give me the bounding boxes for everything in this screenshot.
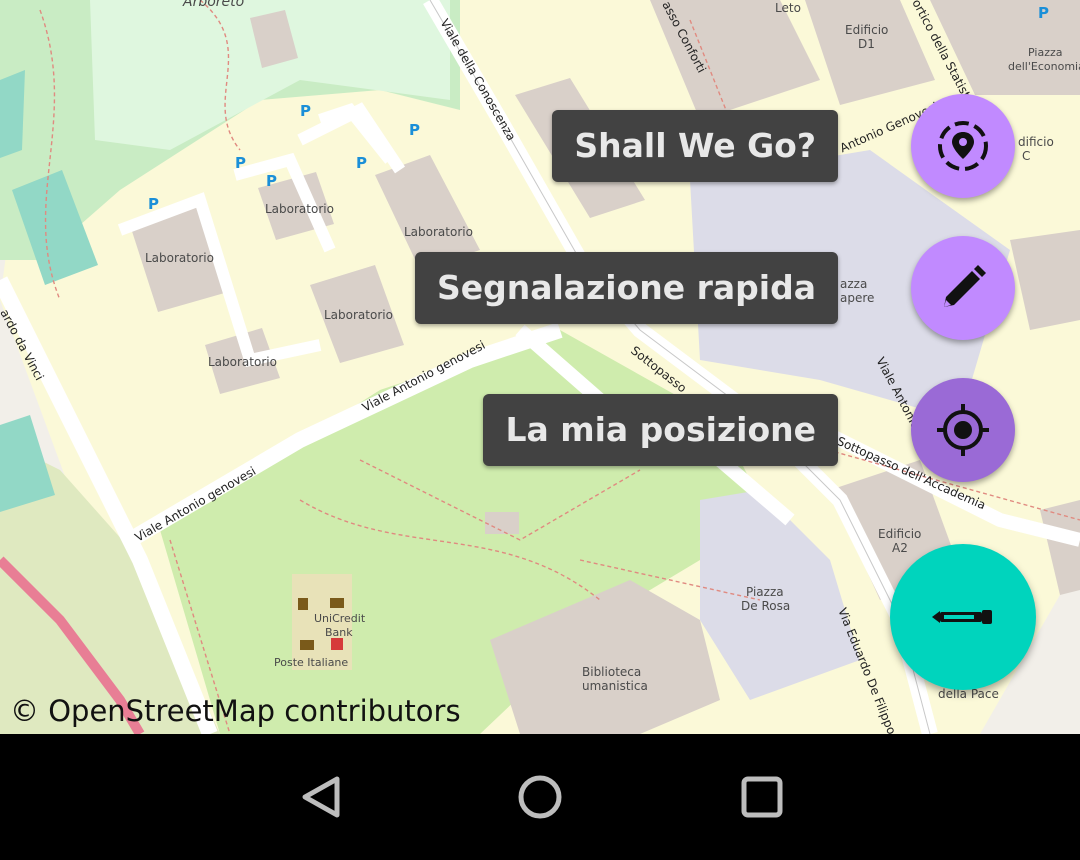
back-triangle-icon xyxy=(302,776,340,818)
mia-posizione-button[interactable] xyxy=(911,378,1015,482)
map-label-edificio-d1-code: D1 xyxy=(858,37,875,51)
map-label-unicredit-2: Bank xyxy=(325,626,353,639)
map-label-edificio-d1: Edificio xyxy=(845,23,888,37)
parking-label: P xyxy=(300,102,311,120)
map-label-piazza-sapere-2: apere xyxy=(840,291,874,305)
parking-label: P xyxy=(409,121,420,139)
system-navigation-bar xyxy=(0,734,1080,860)
home-button[interactable] xyxy=(507,764,573,830)
shall-we-go-button[interactable] xyxy=(911,94,1015,198)
parking-label: P xyxy=(235,154,246,172)
fab-label-mia-posizione[interactable]: La mia posizione xyxy=(483,394,838,466)
bank-icon xyxy=(298,598,308,610)
main-fab-button[interactable] xyxy=(890,544,1036,690)
atm-icon xyxy=(330,598,344,608)
map-label-edificio-a2-code: A2 xyxy=(892,541,908,555)
back-button[interactable] xyxy=(288,764,354,830)
map-label-edificio-c: dificio xyxy=(1018,135,1054,149)
map-label-edificio-a2: Edificio xyxy=(878,527,921,541)
map-label-biblioteca: Biblioteca xyxy=(582,665,641,679)
fab-label-shall-we-go[interactable]: Shall We Go? xyxy=(552,110,838,182)
map-label-piazza-derosa-2: De Rosa xyxy=(741,599,790,613)
recents-button[interactable] xyxy=(729,764,795,830)
parking-label: P xyxy=(148,195,159,213)
parking-label: P xyxy=(266,172,277,190)
map-label-piazza-economia: Piazza xyxy=(1028,46,1062,59)
map-label-piazza-economia-2: dell'Economia xyxy=(1008,60,1080,73)
map-label-arboreto: Arboreto xyxy=(182,0,244,10)
map-label-laboratorio: Laboratorio xyxy=(145,251,214,265)
location-target-icon xyxy=(938,121,988,171)
gps-crosshair-icon xyxy=(937,404,989,456)
post-office-icon xyxy=(300,640,314,650)
map-attribution: © OpenStreetMap contributors xyxy=(10,694,461,728)
map-label-laboratorio: Laboratorio xyxy=(265,202,334,216)
map-label-laboratorio: Laboratorio xyxy=(404,225,473,239)
map-label-piazza-sapere: azza xyxy=(840,277,867,291)
map-label-unicredit: UniCredit xyxy=(314,612,366,625)
segnalazione-rapida-button[interactable] xyxy=(911,236,1015,340)
map-label-biblioteca-2: umanistica xyxy=(582,679,648,693)
parking-label: P xyxy=(356,154,367,172)
recents-square-icon xyxy=(741,776,783,818)
map-label-piazza-derosa: Piazza xyxy=(746,585,784,599)
map-label-leto: Leto xyxy=(775,1,801,15)
map-label-laboratorio: Laboratorio xyxy=(324,308,393,322)
pharmacy-icon xyxy=(331,638,343,650)
map-label-laboratorio: Laboratorio xyxy=(208,355,277,369)
marker-pen-icon xyxy=(932,610,992,624)
map-label-edificio-c-code: C xyxy=(1022,149,1030,163)
fab-label-segnalazione-rapida[interactable]: Segnalazione rapida xyxy=(414,252,838,324)
home-circle-icon xyxy=(518,775,562,819)
pencil-icon xyxy=(944,265,986,307)
parking-label: P xyxy=(1038,4,1049,22)
map-label-poste: Poste Italiane xyxy=(274,656,348,669)
